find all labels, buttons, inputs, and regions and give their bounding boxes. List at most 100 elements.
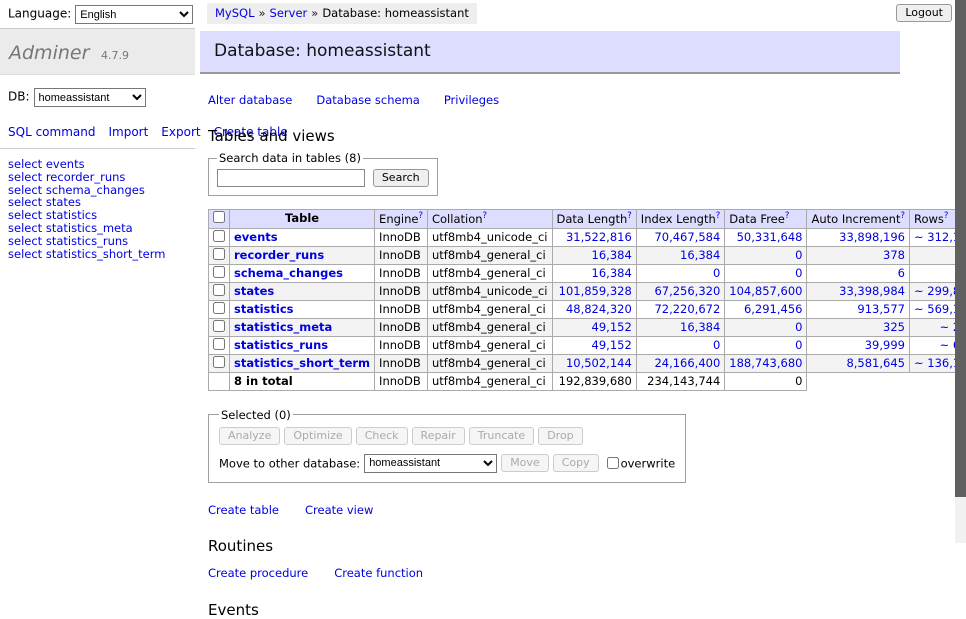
data-free-cell: 188,743,680 bbox=[725, 354, 807, 372]
index-length-cell-link[interactable]: 70,467,584 bbox=[654, 230, 720, 244]
auto-increment-cell-link[interactable]: 33,398,984 bbox=[839, 284, 905, 298]
row-checkbox[interactable] bbox=[213, 230, 225, 242]
sidebar-select-link[interactable]: select statistics_runs bbox=[8, 235, 195, 248]
data-length-cell-link[interactable]: 49,152 bbox=[592, 320, 632, 334]
column-help-link[interactable]: ? bbox=[716, 211, 721, 221]
db-nav-link[interactable]: Privileges bbox=[444, 93, 499, 107]
table-name-cell: recorder_runs bbox=[230, 246, 375, 264]
table-name-link[interactable]: statistics_runs bbox=[234, 338, 328, 352]
auto-increment-cell-link[interactable]: 378 bbox=[883, 248, 905, 262]
table-name-link[interactable]: recorder_runs bbox=[234, 248, 324, 262]
auto-increment-cell-link[interactable]: 8,581,645 bbox=[846, 356, 905, 370]
data-length-cell-link[interactable]: 16,384 bbox=[592, 266, 632, 280]
sidebar-action-link[interactable]: Import bbox=[108, 125, 148, 139]
data-free-cell-link[interactable]: 0 bbox=[795, 338, 802, 352]
table-row: statistics_short_termInnoDButf8mb4_gener… bbox=[209, 354, 966, 372]
selected-action-button[interactable]: Truncate bbox=[469, 427, 534, 445]
auto-increment-cell-link[interactable]: 39,999 bbox=[865, 338, 905, 352]
data-length-cell-link[interactable]: 10,502,144 bbox=[566, 356, 632, 370]
auto-increment-cell-link[interactable]: 6 bbox=[898, 266, 905, 280]
data-free-cell-link[interactable]: 6,291,456 bbox=[744, 302, 803, 316]
sidebar-select-link[interactable]: select events bbox=[8, 158, 195, 171]
routine-create-link[interactable]: Create procedure bbox=[208, 566, 308, 580]
sidebar-action-link[interactable]: SQL command bbox=[8, 125, 95, 139]
breadcrumb-server[interactable]: Server bbox=[270, 6, 308, 20]
index-length-cell-link[interactable]: 24,166,400 bbox=[654, 356, 720, 370]
table-name-link[interactable]: statistics bbox=[234, 302, 294, 316]
scrollbar-thumb[interactable] bbox=[955, 0, 966, 497]
selected-action-button[interactable]: Analyze bbox=[219, 427, 280, 445]
data-length-cell-link[interactable]: 16,384 bbox=[592, 248, 632, 262]
column-help-link[interactable]: ? bbox=[944, 211, 949, 221]
data-free-cell-link[interactable]: 104,857,600 bbox=[729, 284, 802, 298]
index-length-cell-link[interactable]: 72,220,672 bbox=[654, 302, 720, 316]
select-all-checkbox[interactable] bbox=[213, 211, 225, 223]
column-help-link[interactable]: ? bbox=[483, 211, 488, 221]
data-free-cell-link[interactable]: 0 bbox=[795, 266, 802, 280]
data-free-cell-link[interactable]: 0 bbox=[795, 320, 802, 334]
table-name-link[interactable]: statistics_short_term bbox=[234, 356, 370, 370]
row-checkbox-cell bbox=[209, 282, 230, 300]
routine-create-link[interactable]: Create function bbox=[334, 566, 423, 580]
db-nav-link[interactable]: Database schema bbox=[316, 93, 419, 107]
row-checkbox[interactable] bbox=[213, 356, 225, 368]
logout-button[interactable]: Logout bbox=[896, 4, 952, 22]
index-length-cell-link[interactable]: 67,256,320 bbox=[654, 284, 720, 298]
table-name-link[interactable]: schema_changes bbox=[234, 266, 343, 280]
data-length-cell-link[interactable]: 101,859,328 bbox=[559, 284, 632, 298]
column-help-link[interactable]: ? bbox=[785, 211, 790, 221]
db-nav-link[interactable]: Alter database bbox=[208, 93, 292, 107]
auto-increment-cell-link[interactable]: 325 bbox=[883, 320, 905, 334]
move-database-select[interactable]: homeassistant bbox=[364, 454, 497, 473]
move-copy-button[interactable]: Copy bbox=[553, 454, 599, 472]
data-free-cell-link[interactable]: 50,331,648 bbox=[737, 230, 803, 244]
sidebar-select-link[interactable]: select statistics_meta bbox=[8, 222, 195, 235]
row-checkbox-cell bbox=[209, 354, 230, 372]
index-length-cell-link[interactable]: 16,384 bbox=[680, 248, 720, 262]
overwrite-checkbox[interactable] bbox=[607, 457, 619, 469]
auto-increment-cell-link[interactable]: 913,577 bbox=[857, 302, 905, 316]
column-header: Collation? bbox=[427, 210, 552, 229]
index-length-cell: 72,220,672 bbox=[636, 300, 725, 318]
vertical-scrollbar[interactable] bbox=[955, 0, 966, 543]
row-checkbox[interactable] bbox=[213, 338, 225, 350]
create-link[interactable]: Create table bbox=[208, 503, 279, 517]
data-length-cell-link[interactable]: 31,522,816 bbox=[566, 230, 632, 244]
sidebar-select-link[interactable]: select statistics_short_term bbox=[8, 248, 195, 261]
sidebar-select-link[interactable]: select recorder_runs bbox=[8, 171, 195, 184]
data-length-cell-link[interactable]: 48,824,320 bbox=[566, 302, 632, 316]
row-checkbox[interactable] bbox=[213, 284, 225, 296]
selected-action-button[interactable]: Repair bbox=[412, 427, 465, 445]
table-name-link[interactable]: events bbox=[234, 230, 278, 244]
search-button[interactable]: Search bbox=[373, 169, 429, 187]
table-name-link[interactable]: states bbox=[234, 284, 274, 298]
sidebar-action-link[interactable]: Export bbox=[161, 125, 200, 139]
index-length-cell-link[interactable]: 0 bbox=[713, 266, 720, 280]
engine-cell: InnoDB bbox=[375, 264, 428, 282]
create-link[interactable]: Create view bbox=[305, 503, 373, 517]
index-length-cell-link[interactable]: 16,384 bbox=[680, 320, 720, 334]
search-input[interactable] bbox=[217, 169, 365, 187]
data-free-cell-link[interactable]: 188,743,680 bbox=[729, 356, 802, 370]
selected-action-button[interactable]: Optimize bbox=[284, 427, 351, 445]
column-help-link[interactable]: ? bbox=[418, 211, 423, 221]
auto-increment-cell: 6 bbox=[807, 264, 910, 282]
data-free-cell-link[interactable]: 0 bbox=[795, 248, 802, 262]
column-help-link[interactable]: ? bbox=[627, 211, 632, 221]
db-select[interactable]: homeassistant bbox=[34, 88, 146, 107]
breadcrumb-mysql[interactable]: MySQL bbox=[215, 6, 255, 20]
index-length-cell-link[interactable]: 0 bbox=[713, 338, 720, 352]
row-checkbox[interactable] bbox=[213, 302, 225, 314]
auto-increment-cell-link[interactable]: 33,898,196 bbox=[839, 230, 905, 244]
selected-action-button[interactable]: Drop bbox=[538, 427, 582, 445]
app-name: Adminer bbox=[9, 42, 89, 64]
column-help-link[interactable]: ? bbox=[900, 211, 905, 221]
row-checkbox[interactable] bbox=[213, 320, 225, 332]
row-checkbox[interactable] bbox=[213, 266, 225, 278]
data-length-cell-link[interactable]: 49,152 bbox=[592, 338, 632, 352]
table-name-link[interactable]: statistics_meta bbox=[234, 320, 332, 334]
collation-cell: utf8mb4_general_ci bbox=[427, 336, 552, 354]
row-checkbox[interactable] bbox=[213, 248, 225, 260]
move-copy-button[interactable]: Move bbox=[501, 454, 549, 472]
selected-action-button[interactable]: Check bbox=[356, 427, 408, 445]
